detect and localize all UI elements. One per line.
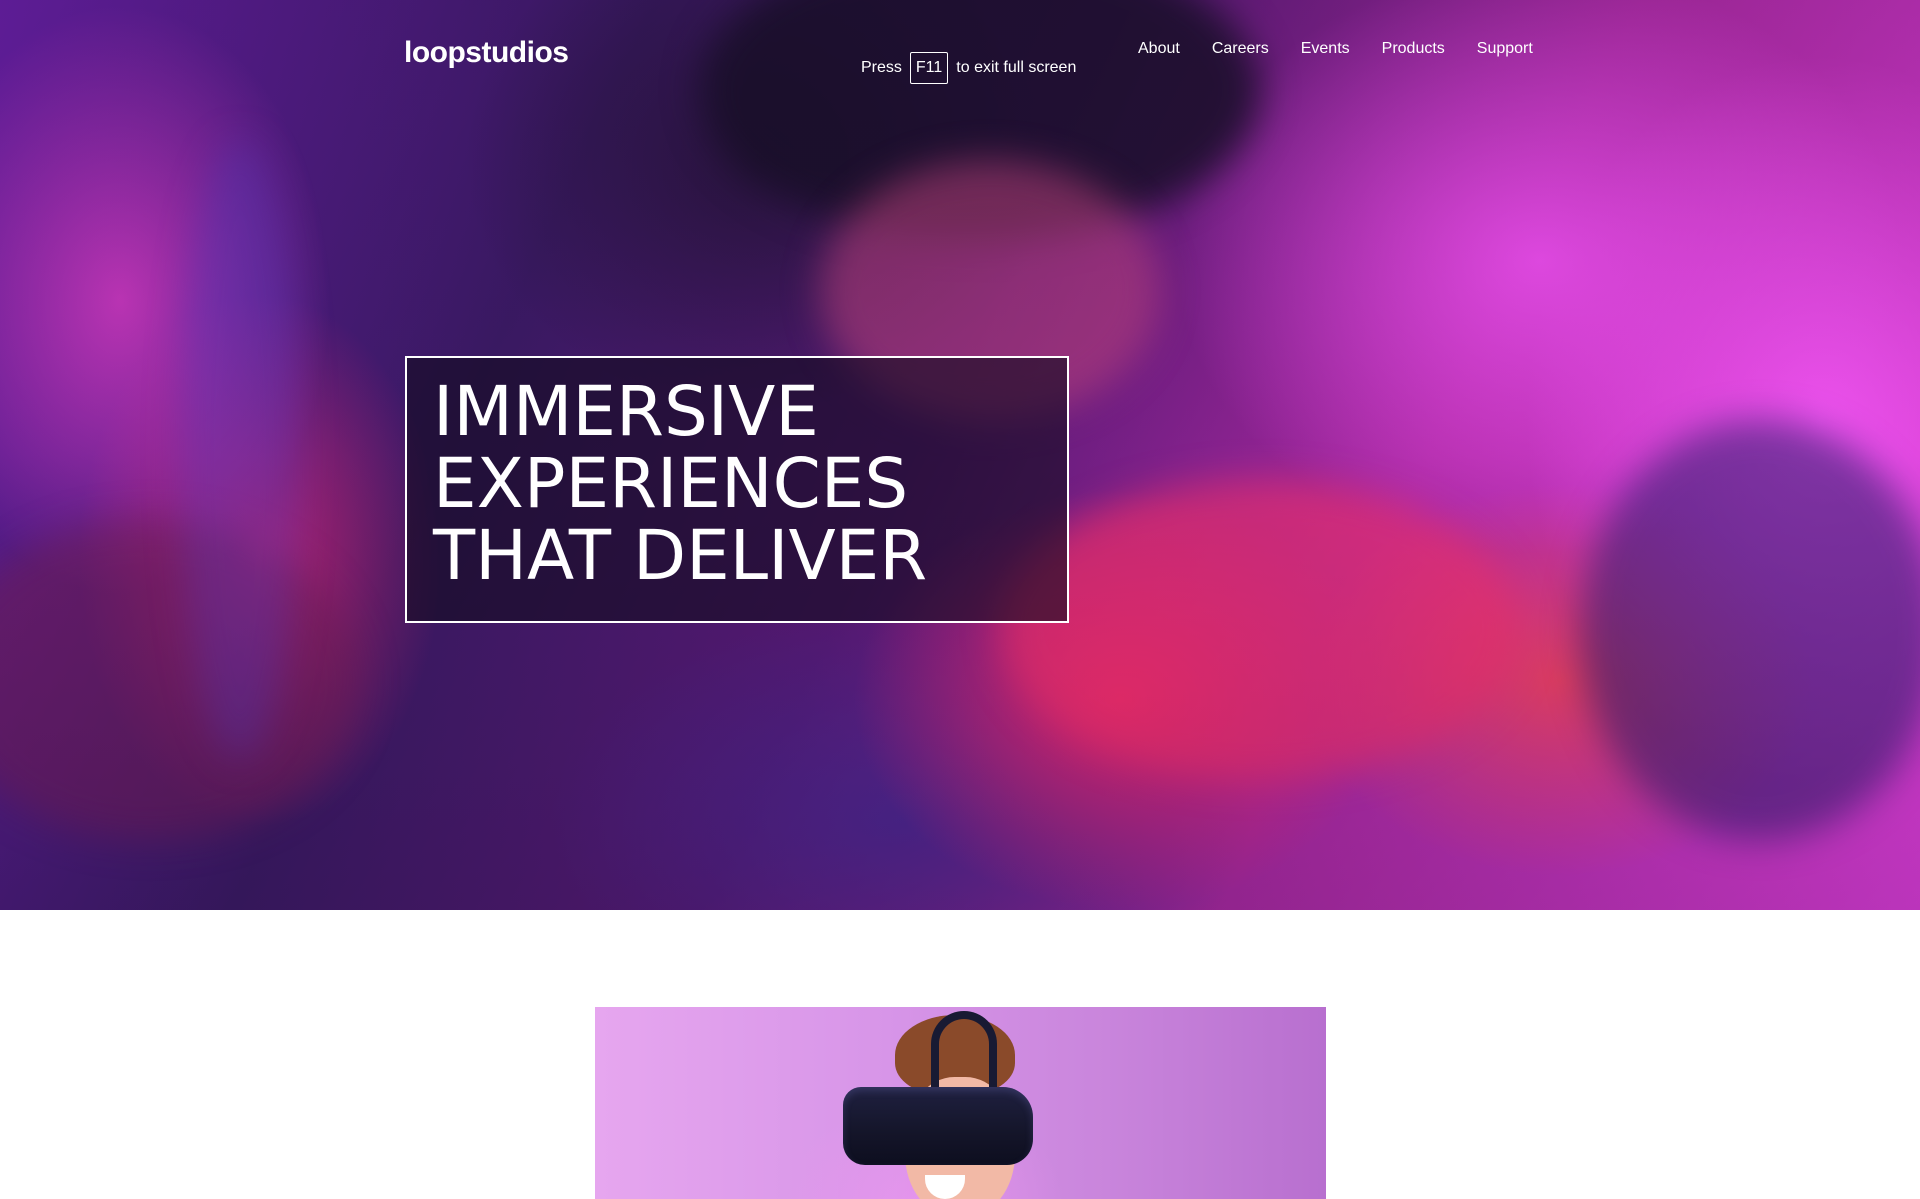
fullscreen-hint: Press F11 to exit full screen [861,52,1076,84]
hero-headline-box: IMMERSIVE EXPERIENCES THAT DELIVER [405,356,1069,623]
main-nav: About Careers Events Products Support [1138,40,1533,58]
nav-link-careers[interactable]: Careers [1212,40,1269,58]
hero-section: loopstudios Press F11 to exit full scree… [0,0,1920,910]
hero-headline-line: EXPERIENCES [433,444,909,524]
logo[interactable]: loopstudios [404,36,569,70]
vr-headset-icon [843,1087,1033,1165]
fullscreen-hint-prefix: Press [861,59,902,76]
nav-link-products[interactable]: Products [1382,40,1445,58]
fullscreen-hint-key: F11 [909,52,949,84]
nav-link-about[interactable]: About [1138,40,1180,58]
hero-headline-line: THAT DELIVER [433,516,928,596]
page: loopstudios Press F11 to exit full scree… [0,0,1920,1199]
fullscreen-hint-suffix: to exit full screen [956,59,1077,76]
hero-headline-line: IMMERSIVE [433,372,819,452]
vr-headset-strap [931,1011,997,1093]
nav-link-support[interactable]: Support [1477,40,1533,58]
nav-link-events[interactable]: Events [1301,40,1350,58]
feature-image [595,1007,1326,1199]
hero-headline: IMMERSIVE EXPERIENCES THAT DELIVER [433,376,927,592]
